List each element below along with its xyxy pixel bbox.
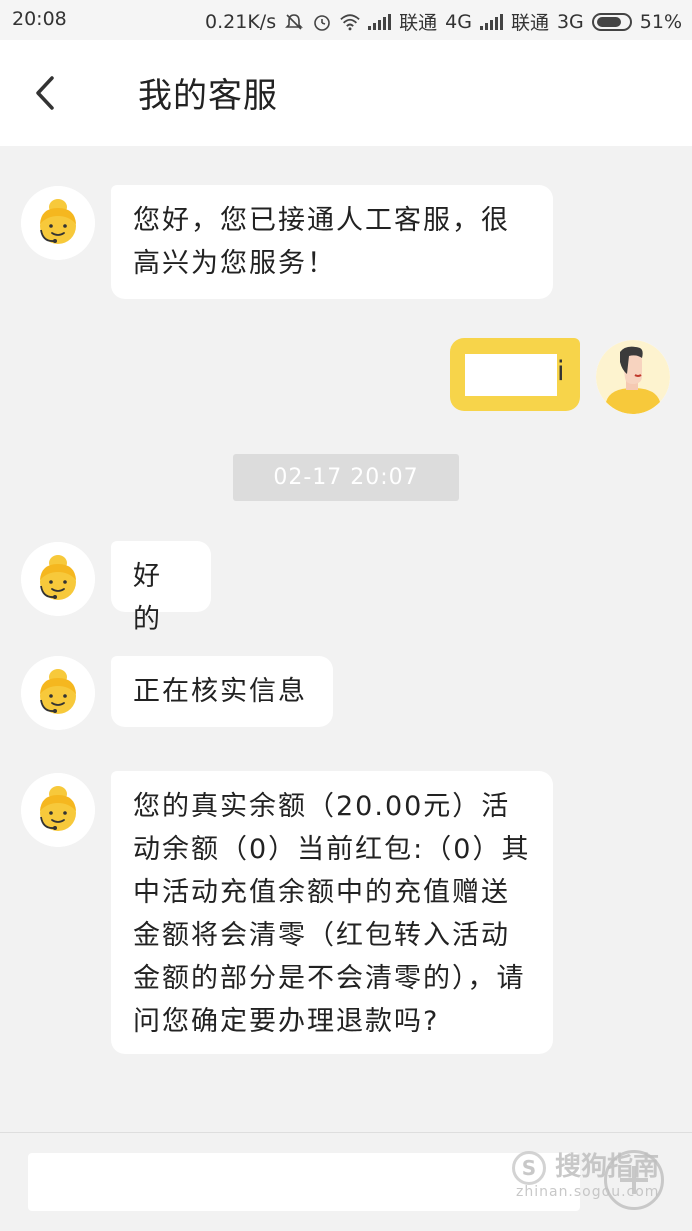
- status-bar: 20:08 0.21K/s 联通 4G 联通 3G 51%: [0, 0, 692, 40]
- agent-avatar[interactable]: [21, 656, 95, 730]
- agent-avatar-icon: [21, 186, 95, 260]
- status-time: 20:08: [12, 8, 67, 30]
- carrier-1: 联通: [399, 12, 438, 34]
- agent-avatar-icon: [21, 773, 95, 847]
- agent-avatar[interactable]: [21, 186, 95, 260]
- signal-icon: [368, 13, 392, 30]
- network-type-1: 4G: [445, 10, 472, 33]
- agent-avatar-icon: [21, 542, 95, 616]
- sogou-logo-icon: S: [512, 1150, 546, 1185]
- chevron-left-icon: [36, 76, 54, 110]
- header: 我的客服: [0, 40, 692, 146]
- back-button[interactable]: [28, 70, 68, 116]
- redacted-content: [465, 354, 557, 396]
- page-title: 我的客服: [138, 76, 278, 116]
- wifi-icon: [340, 13, 360, 30]
- agent-message[interactable]: 您的真实余额（20.00元）活动余额（0）当前红包:（0）其中活动充值余额中的充…: [111, 771, 553, 1054]
- user-message-text-fragment: i: [557, 356, 565, 387]
- agent-avatar-icon: [21, 656, 95, 730]
- watermark-subtext: zhinan.sogou.com: [516, 1184, 660, 1200]
- user-avatar[interactable]: [596, 340, 670, 414]
- user-message[interactable]: i: [450, 338, 580, 411]
- sogou-watermark: S 搜狗指南 zhinan.sogou.com: [512, 1146, 682, 1206]
- agent-message[interactable]: 您好，您已接通人工客服，很高兴为您服务！: [111, 185, 553, 299]
- mute-icon: [285, 13, 304, 30]
- network-type-2: 3G: [556, 10, 584, 33]
- message-timestamp: 02-17 20:07: [233, 454, 459, 501]
- battery-icon: [591, 12, 632, 31]
- agent-message[interactable]: 正在核实信息: [111, 656, 333, 727]
- user-avatar-icon: [596, 340, 670, 414]
- agent-avatar[interactable]: [21, 773, 95, 847]
- message-input[interactable]: [28, 1153, 580, 1211]
- battery-percent: 51%: [639, 10, 682, 33]
- status-indicators: 0.21K/s 联通 4G 联通 3G 51%: [205, 8, 682, 35]
- watermark-text: 搜狗指南: [555, 1152, 660, 1182]
- carrier-2: 联通: [510, 12, 549, 34]
- network-speed: 0.21K/s: [205, 10, 277, 33]
- signal-icon-2: [479, 13, 503, 30]
- alarm-icon: [314, 14, 330, 31]
- agent-avatar[interactable]: [21, 542, 95, 616]
- agent-message[interactable]: 好的: [111, 541, 211, 635]
